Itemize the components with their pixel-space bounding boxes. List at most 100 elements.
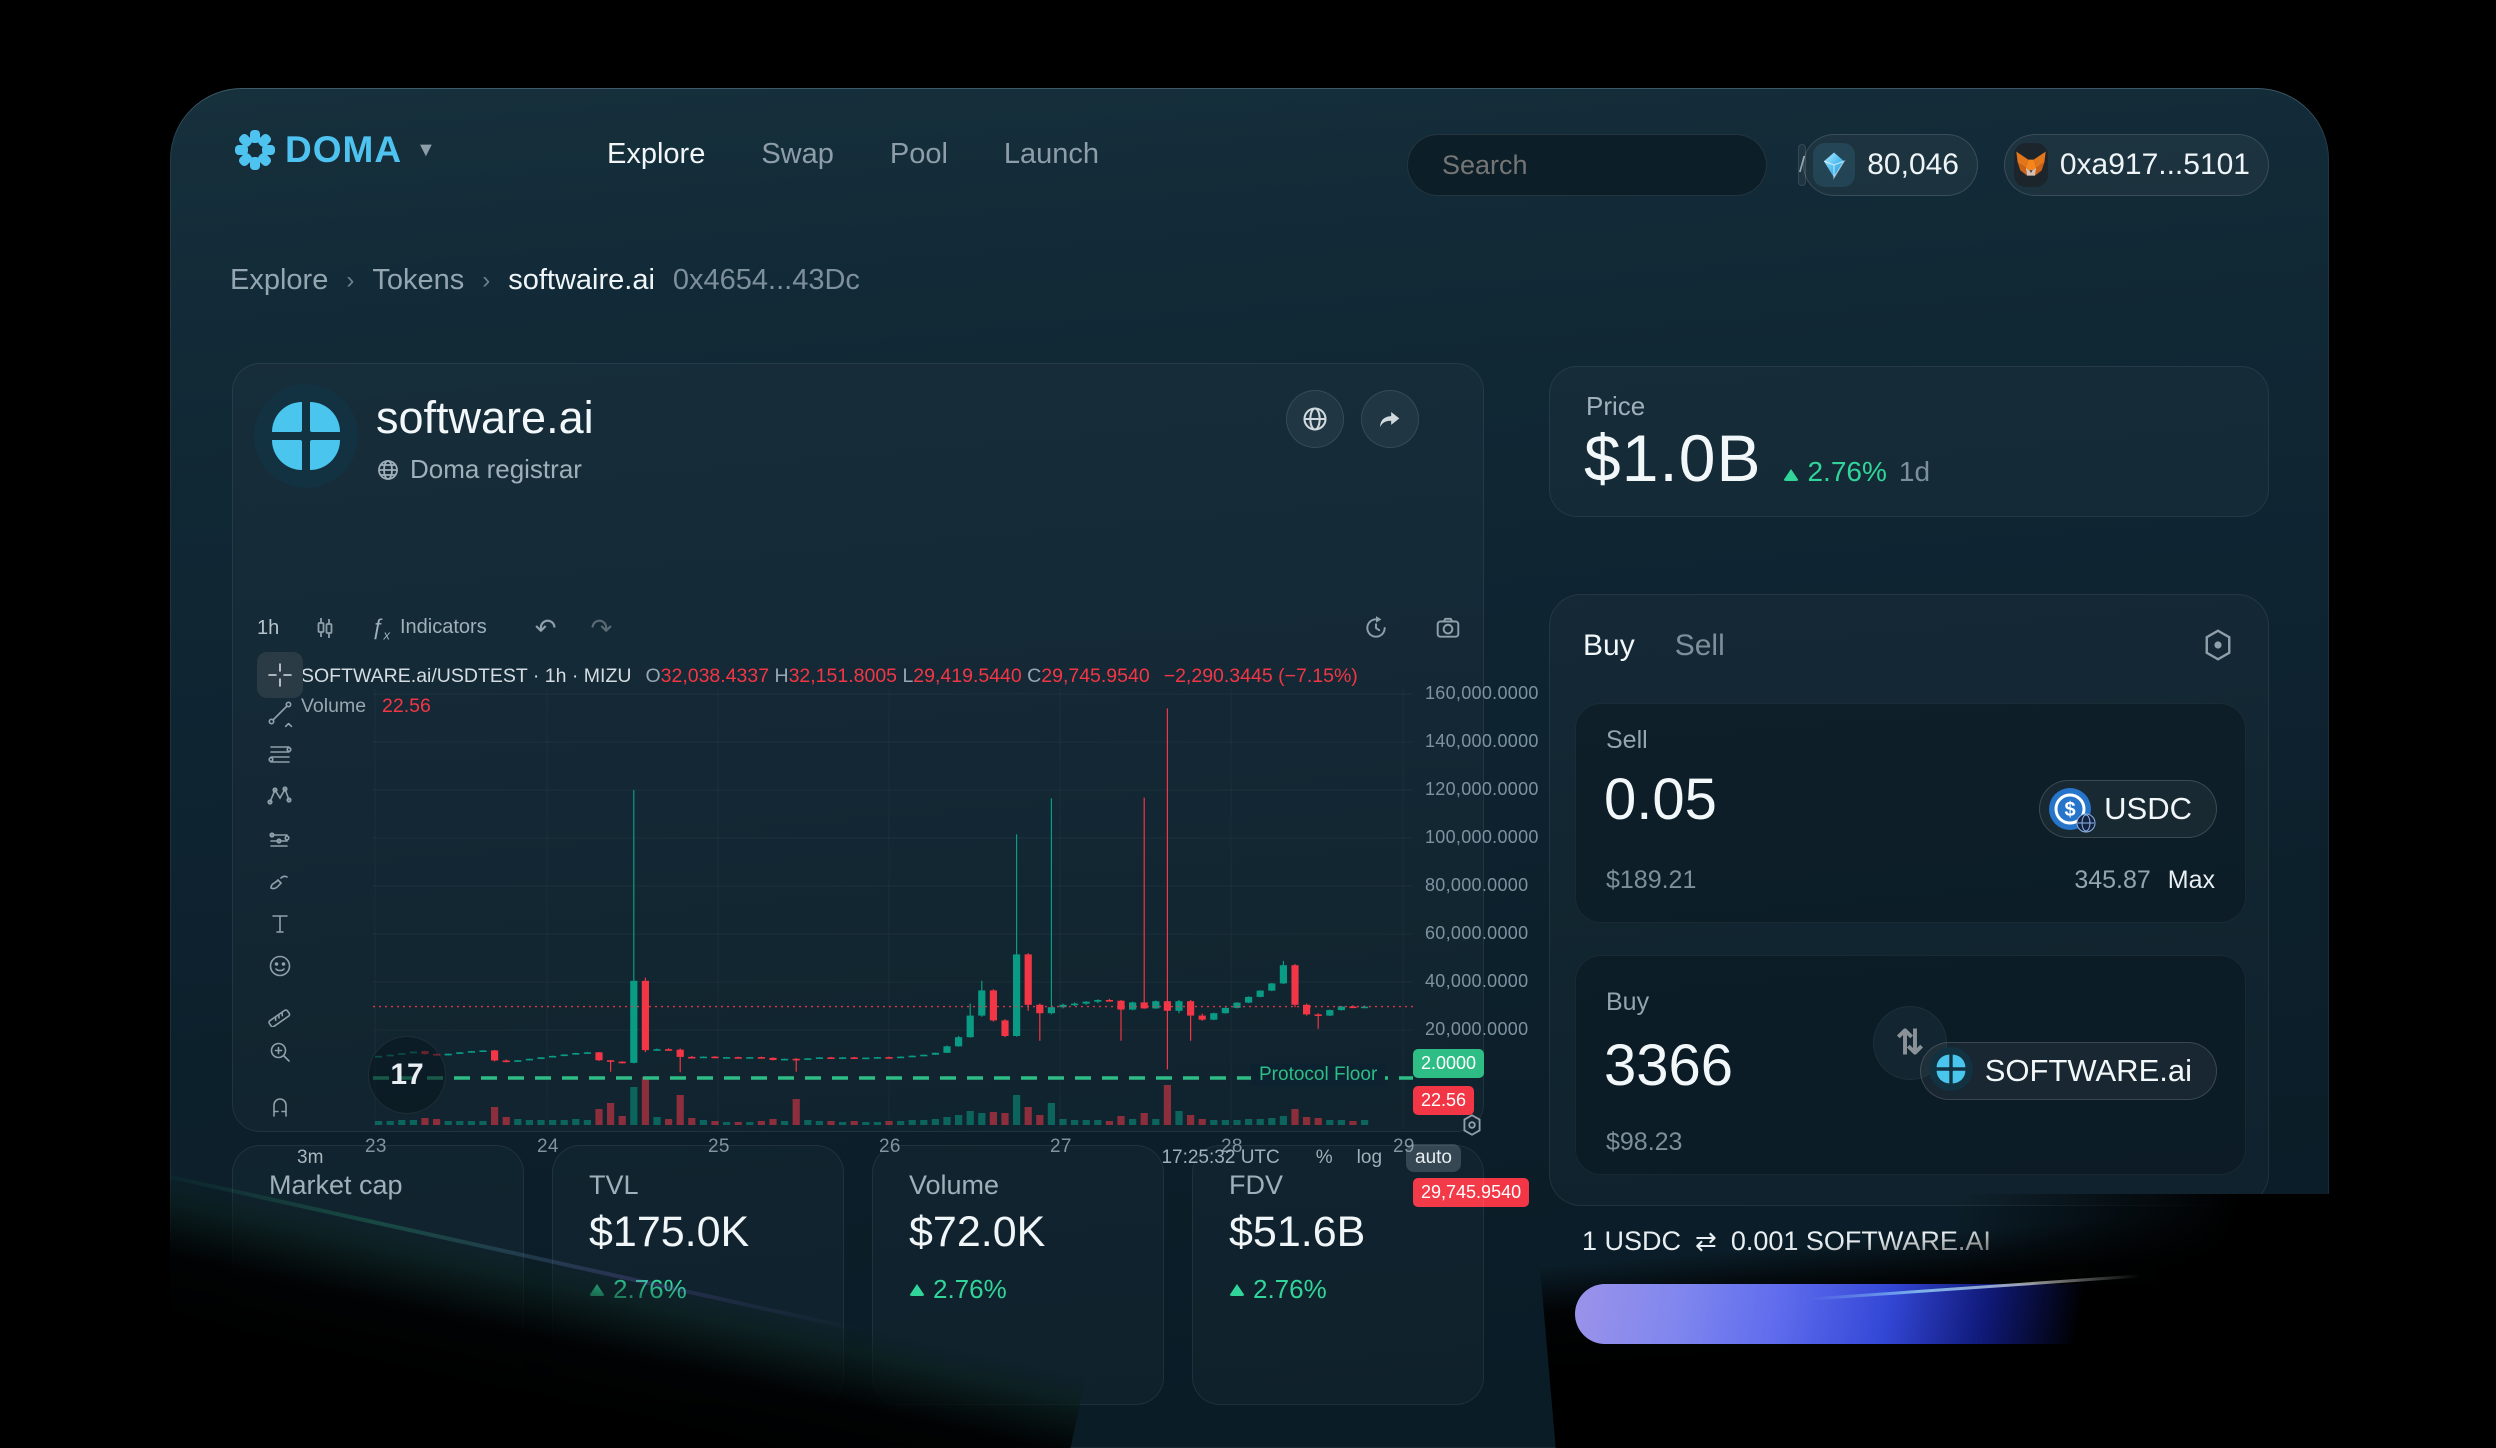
chevron-right-icon: › [482, 267, 490, 295]
price-label: Price [1586, 391, 1645, 422]
volume-bar [827, 1121, 834, 1125]
nav-link-pool[interactable]: Pool [890, 138, 948, 171]
volume-bar [862, 1122, 869, 1125]
buy-amount-input[interactable]: 3366 [1604, 1032, 1733, 1099]
doma-logo[interactable]: DOMA ▼ [233, 128, 436, 172]
breadcrumb-explore[interactable]: Explore [230, 264, 328, 297]
candle [769, 1058, 776, 1060]
volume-bar [1233, 1120, 1240, 1125]
candle [862, 1058, 869, 1060]
tradingview-logo[interactable]: 17 [368, 1036, 446, 1114]
candle [1048, 1007, 1055, 1013]
nav-link-explore[interactable]: Explore [607, 138, 705, 171]
sell-amount-input[interactable]: 0.05 [1604, 766, 1717, 833]
volume-bar [978, 1113, 985, 1125]
logo-text: DOMA [285, 129, 402, 171]
projection-icon[interactable] [257, 817, 303, 863]
candle [526, 1059, 533, 1061]
search-bar[interactable]: / [1407, 134, 1767, 196]
volume-bar [665, 1119, 672, 1125]
volume-bar [1141, 1113, 1148, 1125]
price-delta: 2.76% [1807, 456, 1886, 488]
breadcrumb-tokens[interactable]: Tokens [372, 264, 464, 297]
candle [700, 1057, 707, 1059]
y-axis-tick: 160,000.0000 [1425, 683, 1539, 704]
buy-label: Buy [1606, 988, 1649, 1017]
balance-pill[interactable]: 80,046 [1803, 134, 1978, 196]
volume-bar [653, 1117, 660, 1125]
trend-line-icon[interactable] [257, 690, 303, 736]
trade-tab-buy[interactable]: Buy [1583, 629, 1635, 663]
candle [572, 1053, 579, 1055]
volume-bar [503, 1117, 510, 1125]
candle-style-icon[interactable] [313, 616, 337, 640]
candle [1106, 1000, 1113, 1002]
chevron-right-icon: › [346, 267, 354, 295]
volume-bar [955, 1115, 962, 1125]
candle [746, 1057, 753, 1059]
volume-bar [433, 1119, 440, 1125]
redo-icon[interactable]: ↷ [591, 613, 613, 644]
candle [595, 1052, 602, 1060]
stat-label: FDV [1229, 1170, 1283, 1201]
parallel-lines-icon[interactable] [257, 731, 303, 777]
sell-input-box: Sell 0.05 $ USDC $189.21 [1575, 703, 2246, 923]
wallet-pill[interactable]: 0xa917...5101 [2004, 134, 2269, 196]
undo-icon[interactable]: ↶ [535, 613, 557, 644]
xabcd-pattern-icon[interactable] [257, 773, 303, 819]
website-button[interactable] [1286, 390, 1344, 448]
price-chart[interactable] [373, 689, 1413, 1129]
volume-bar [1222, 1120, 1229, 1125]
axis-settings-gear-icon[interactable] [1459, 1112, 1485, 1138]
candle [607, 1060, 614, 1062]
magnet-icon[interactable] [257, 1085, 303, 1131]
trade-tab-sell[interactable]: Sell [1675, 629, 1725, 663]
price-value: $1.0B [1584, 420, 1761, 496]
buy-token-selector[interactable]: SOFTWARE.ai [1920, 1042, 2217, 1100]
volume-bar [410, 1120, 417, 1125]
candle [537, 1057, 544, 1059]
emoji-icon[interactable] [257, 943, 303, 989]
trade-card: BuySell Sell 0.05 $ [1549, 594, 2269, 1206]
candle [653, 1049, 660, 1051]
share-button[interactable] [1361, 390, 1419, 448]
share-arrow-icon [1376, 405, 1404, 433]
volume-bar [909, 1120, 916, 1125]
volume-bar [932, 1119, 939, 1125]
indicators-button[interactable]: ƒx Indicators [371, 614, 486, 642]
logo-caret-icon[interactable]: ▼ [416, 139, 436, 162]
price-card: Price $1.0B 2.76% 1d [1549, 366, 2269, 517]
settings-gear-icon[interactable] [2200, 627, 2236, 663]
search-input[interactable] [1440, 149, 1798, 182]
nav-link-launch[interactable]: Launch [1004, 138, 1099, 171]
bar-replay-icon[interactable] [1363, 615, 1389, 641]
volume-bar [1048, 1103, 1055, 1125]
sell-token-selector[interactable]: $ USDC [2039, 780, 2217, 838]
max-button[interactable]: Max [2168, 866, 2215, 894]
text-tool-icon[interactable] [257, 901, 303, 947]
candle [758, 1057, 765, 1059]
y-axis-tick: 120,000.0000 [1425, 779, 1539, 800]
brush-icon[interactable] [257, 858, 303, 904]
volume-bar [479, 1121, 486, 1125]
y-axis-tick: 140,000.0000 [1425, 731, 1539, 752]
buy-input-box: Buy 3366 SOFTWARE.ai $98.23 [1575, 955, 2246, 1175]
camera-icon[interactable] [1435, 615, 1461, 641]
candle [839, 1057, 846, 1059]
nav-link-swap[interactable]: Swap [761, 138, 834, 171]
registrar-label: Doma registrar [410, 454, 582, 485]
volume-bar [1013, 1095, 1020, 1125]
candle [1013, 954, 1020, 1036]
zoom-in-icon[interactable] [257, 1029, 303, 1075]
volume-bar [549, 1120, 556, 1125]
candle [874, 1057, 881, 1059]
candle [920, 1055, 927, 1057]
candle [445, 1054, 452, 1056]
candle [804, 1058, 811, 1060]
candle [456, 1052, 463, 1054]
interval-button[interactable]: 1h [257, 617, 279, 640]
stat-delta: 2.76% [909, 1274, 1007, 1305]
volume-bar [735, 1122, 742, 1125]
ohlc-key: C [1027, 665, 1041, 687]
volume-bar [1210, 1120, 1217, 1125]
